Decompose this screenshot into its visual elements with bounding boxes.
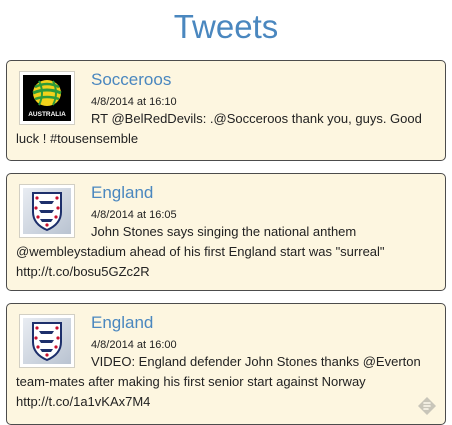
page-title: Tweets	[173, 8, 279, 45]
tweet-author-link[interactable]: England	[91, 313, 153, 333]
tweet-card: AUSTRALIA Socceroos 4/8/2014 at 16:10 RT…	[6, 60, 446, 161]
tweet-text: John Stones says singing the national an…	[16, 224, 385, 279]
tweet-text: RT @BelRedDevils: .@Socceroos thank you,…	[16, 111, 422, 146]
tweet-timestamp: 4/8/2014 at 16:00	[91, 339, 177, 351]
feed-widget-icon[interactable]	[417, 396, 437, 416]
tweet-card: England 4/8/2014 at 16:00 VIDEO: England…	[6, 303, 446, 425]
tweet-author-link[interactable]: England	[91, 183, 153, 203]
tweet-card: England 4/8/2014 at 16:05 John Stones sa…	[6, 173, 446, 291]
tweet-text: VIDEO: England defender John Stones than…	[16, 354, 421, 409]
tweet-timestamp: 4/8/2014 at 16:10	[91, 96, 177, 108]
tweet-author-link[interactable]: Socceroos	[91, 70, 171, 90]
tweet-list: AUSTRALIA Socceroos 4/8/2014 at 16:10 RT…	[6, 60, 446, 425]
tweet-timestamp: 4/8/2014 at 16:05	[91, 209, 177, 221]
